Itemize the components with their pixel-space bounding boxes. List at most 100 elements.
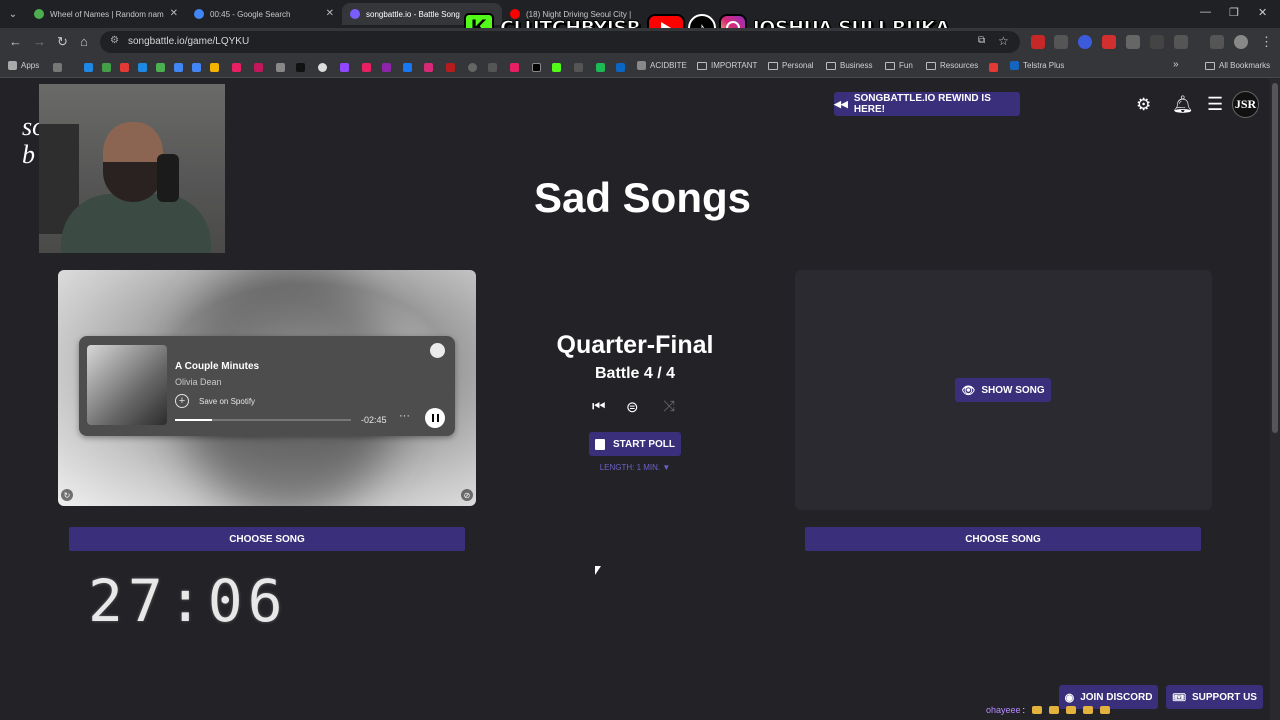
emote-icon (1032, 706, 1043, 714)
extension-icon[interactable] (1126, 35, 1140, 49)
battle-counter: Battle 4 / 4 (594, 365, 676, 382)
bookmark-icon[interactable] (989, 63, 998, 72)
bookmark-folder-important[interactable]: IMPORTANT (697, 61, 757, 70)
linkedin-bookmark-icon[interactable] (616, 63, 625, 72)
bookmark-icon[interactable] (318, 63, 327, 72)
media-control-icon[interactable] (1210, 35, 1224, 49)
settings-gear-icon[interactable]: ⚙ (1136, 95, 1151, 115)
time-remaining: -02:45 (361, 415, 387, 425)
bookmark-icon[interactable] (446, 63, 455, 72)
bookmark-icon[interactable] (574, 63, 583, 72)
poll-length-dropdown[interactable]: LENGTH: 1 MIN. ▼ (500, 463, 770, 472)
tiktok-bookmark-icon[interactable] (296, 63, 305, 72)
home-icon[interactable]: ⌂ (80, 34, 88, 49)
hamburger-menu-icon[interactable]: ☰ (1207, 94, 1223, 115)
extension-icon[interactable] (1078, 35, 1092, 49)
bookmark-icon[interactable] (468, 63, 477, 72)
add-circle-icon[interactable]: + (175, 394, 189, 408)
bookmark-icon[interactable] (192, 63, 201, 72)
support-us-button[interactable]: 🎟︎ SUPPORT US (1166, 685, 1263, 709)
refresh-icon[interactable]: ↻ (61, 489, 73, 501)
bookmark-icon[interactable] (254, 63, 263, 72)
browser-tab-wheel[interactable]: Wheel of Names | Random nam ✕ (26, 3, 186, 25)
progress-fill (175, 419, 212, 421)
close-tab-icon[interactable]: ✕ (326, 8, 334, 19)
browser-menu-icon[interactable]: ⋮ (1260, 34, 1273, 50)
hide-eye-icon[interactable]: ⊘ (461, 489, 473, 501)
bookmark-icon[interactable] (210, 63, 219, 72)
browser-tab-google[interactable]: 00:45 - Google Search ✕ (186, 3, 342, 25)
minimize-icon[interactable]: — (1200, 6, 1211, 18)
bookmark-folder-business[interactable]: Business (826, 61, 872, 70)
bookmark-folder-fun[interactable]: Fun (885, 61, 913, 70)
close-tab-icon[interactable]: ✕ (170, 8, 178, 19)
reload-icon[interactable]: ↻ (57, 34, 68, 50)
extensions-puzzle-icon[interactable] (1174, 35, 1188, 49)
chat-username: ohayeee (986, 705, 1021, 715)
bookmark-acidbite[interactable]: ACIDBITE (637, 61, 687, 70)
kick-bookmark-icon[interactable] (552, 63, 561, 72)
grid-icon[interactable] (53, 63, 62, 72)
bookmark-icon[interactable] (362, 63, 371, 72)
tab-search-icon[interactable]: ⌄ (4, 5, 22, 23)
restore-icon[interactable]: ❐ (1229, 6, 1239, 19)
track-title[interactable]: A Couple Minutes (175, 361, 259, 372)
notifications-bell-icon[interactable]: 🔔︎ (1172, 95, 1194, 115)
bookmark-icon[interactable] (232, 63, 241, 72)
shuffle-icon[interactable]: ⤨ (663, 398, 675, 415)
spotify-logo-icon[interactable] (430, 343, 445, 358)
google-favicon-icon (194, 9, 204, 19)
bookmark-star-icon[interactable]: ☆ (998, 34, 1009, 48)
twitch-bookmark-icon[interactable] (340, 63, 349, 72)
coin-icon[interactable]: ⊜ (626, 398, 639, 416)
show-song-button[interactable]: 👁︎ SHOW SONG (955, 378, 1051, 402)
bookmark-icon[interactable] (276, 63, 285, 72)
track-artist[interactable]: Olivia Dean (175, 377, 222, 387)
bookmark-icon[interactable] (102, 63, 111, 72)
scrollbar-thumb[interactable] (1272, 83, 1278, 433)
bookmark-all[interactable]: All Bookmarks (1205, 61, 1270, 70)
install-app-icon[interactable]: ⧉ (978, 35, 985, 46)
bookmark-icon[interactable] (596, 63, 605, 72)
facebook-bookmark-icon[interactable] (403, 63, 412, 72)
save-on-spotify-link[interactable]: Save on Spotify (199, 397, 255, 406)
emote-icon (1066, 706, 1077, 714)
back-icon[interactable]: ← (9, 34, 22, 49)
adblock-extension-icon[interactable] (1031, 35, 1045, 49)
pause-button[interactable] (425, 408, 445, 428)
start-poll-button[interactable]: START POLL (589, 432, 681, 456)
close-window-icon[interactable]: ✕ (1258, 6, 1267, 19)
x-bookmark-icon[interactable] (532, 63, 541, 72)
extension-icon[interactable] (1054, 35, 1068, 49)
bookmark-icon[interactable] (488, 63, 497, 72)
url-field[interactable]: ⚙ songbattle.io/game/LQYKU ⧉ ☆ (100, 31, 1020, 53)
choose-right-song-button[interactable]: CHOOSE SONG (805, 527, 1201, 551)
emote-icon (1049, 706, 1060, 714)
drive-icon[interactable] (84, 63, 93, 72)
avatar[interactable]: JSR (1232, 91, 1259, 118)
bookmark-folder-personal[interactable]: Personal (768, 61, 814, 70)
folder-icon (1205, 61, 1215, 70)
more-bookmarks-icon[interactable]: » (1173, 59, 1179, 70)
extension-icon[interactable] (1150, 35, 1164, 49)
bookmark-icon[interactable] (138, 63, 147, 72)
pdf-extension-icon[interactable] (1102, 35, 1116, 49)
sheets-icon[interactable] (156, 63, 165, 72)
bookmark-icon[interactable] (510, 63, 519, 72)
previous-battle-icon[interactable]: ⏮︎ (592, 398, 606, 415)
bookmark-telstra[interactable]: Telstra Plus (1010, 61, 1064, 70)
docs-icon[interactable] (174, 63, 183, 72)
profile-icon[interactable] (1234, 35, 1248, 49)
album-art[interactable] (87, 345, 167, 425)
site-info-icon[interactable]: ⚙ (110, 35, 119, 46)
more-options-icon[interactable]: ··· (399, 410, 410, 422)
forward-icon[interactable]: → (33, 34, 46, 49)
bookmark-folder-resources[interactable]: Resources (926, 61, 978, 70)
bookmark-apps[interactable]: Apps (8, 61, 39, 70)
choose-left-song-button[interactable]: CHOOSE SONG (69, 527, 465, 551)
bookmark-icon[interactable] (120, 63, 129, 72)
bookmark-icon[interactable] (382, 63, 391, 72)
rewind-banner-button[interactable]: ◀◀ SONGBATTLE.IO REWIND IS HERE! (834, 92, 1020, 116)
progress-bar[interactable] (175, 419, 351, 421)
instagram-bookmark-icon[interactable] (424, 63, 433, 72)
